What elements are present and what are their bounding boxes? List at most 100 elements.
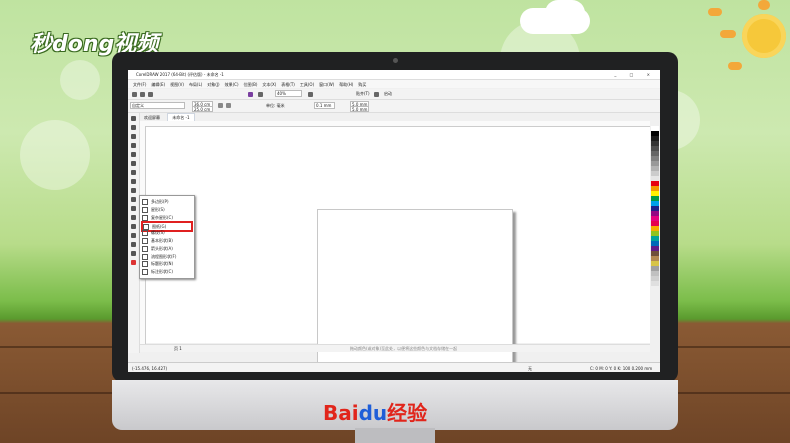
crop-tool-icon[interactable] [131, 134, 136, 139]
pick-tool-icon[interactable] [131, 116, 136, 121]
shape-icon [142, 261, 148, 268]
full-screen-icon[interactable] [308, 92, 313, 97]
sun-decoration [742, 14, 786, 58]
gear-icon[interactable] [374, 92, 379, 97]
color-swatch[interactable] [651, 286, 659, 291]
flyout-item[interactable]: 箭头形状(A) [142, 245, 192, 252]
page-navigator: 页 1 拖动颜色(或对象)至此处，以便将这些颜色与文档存储在一起 [140, 344, 650, 352]
title-bar: CorelDRAW 2017 (64-Bit) (评估版) - 未命名 -1 _… [128, 70, 660, 80]
shape-icon [142, 269, 148, 276]
flyout-item-label: 复杂星形(C) [151, 214, 173, 220]
import-icon[interactable] [248, 92, 253, 97]
baidu-jingyan-logo: Baidu经验 [323, 397, 427, 426]
flyout-item-label: 箭头形状(A) [151, 245, 173, 251]
menu-item[interactable]: 文件(F) [133, 82, 146, 88]
rectangle-tool-icon[interactable] [131, 170, 136, 175]
page-size-select[interactable]: 自定义 [130, 102, 185, 109]
menu-item[interactable]: 位图(B) [244, 82, 258, 88]
drop-shadow-icon[interactable] [131, 224, 136, 229]
flyout-item-label: 多边形(P) [151, 199, 169, 204]
flyout-item[interactable]: 流程图形状(F) [142, 253, 192, 260]
shape-icon [142, 206, 148, 213]
object-tools-flyout: 多边形(P) 星形(S) 复杂星形(C) 图纸(G) 螺纹(S) 基本形状(B) 箭头形状(… [139, 195, 195, 279]
menu-item[interactable]: 购买 [358, 82, 366, 88]
flyout-item[interactable]: 复杂星形(C) [142, 214, 192, 221]
flyout-item[interactable]: 标题形状(N) [142, 260, 192, 268]
flyout-item-label: 标注形状(C) [151, 269, 173, 275]
open-icon[interactable] [140, 92, 145, 97]
outline-status[interactable]: C: 0 M: 0 Y: 0 K: 100 0.200 mm [590, 366, 652, 371]
baidu-paw-icon: du [358, 401, 388, 425]
document-tabs: 欢迎屏幕 未命名 -1 [140, 113, 197, 123]
menu-item[interactable]: 文本(X) [262, 82, 276, 88]
flyout-item[interactable]: 标注形状(C) [142, 268, 192, 276]
save-icon[interactable] [148, 92, 153, 97]
smart-fill-icon[interactable] [131, 260, 136, 265]
flyout-item[interactable]: 多边形(P) [142, 198, 192, 205]
ellipse-tool-icon[interactable] [131, 179, 136, 184]
baidu-text: Bai [323, 401, 359, 425]
flyout-item[interactable]: 螺纹(S) [142, 229, 192, 237]
flyout-item-label: 基本形状(B) [151, 238, 173, 243]
artistic-media-icon[interactable] [131, 161, 136, 166]
freehand-tool-icon[interactable] [131, 152, 136, 157]
menu-item[interactable]: 视图(V) [170, 82, 184, 88]
zoom-level[interactable]: 40% [275, 90, 302, 97]
camera-icon [393, 58, 398, 63]
menu-item[interactable]: 对象(J) [207, 82, 219, 88]
drawing-canvas[interactable] [146, 127, 650, 372]
flyout-item-label: 螺纹(S) [151, 230, 165, 236]
standard-toolbar: 40% 贴齐(T) 启动 [128, 89, 660, 100]
duplicate-y-field[interactable]: 5.0 mm [350, 106, 369, 112]
shape-icon [142, 214, 148, 221]
flyout-item-label: 标题形状(N) [151, 261, 174, 267]
nudge-field[interactable]: 0.1 mm [314, 102, 335, 109]
new-icon[interactable] [132, 92, 137, 97]
flyout-item-label: 流程图形状(F) [151, 253, 177, 259]
fill-status[interactable]: 无 [528, 366, 532, 372]
property-bar: 自定义 36.0 cm 25.0 cm 单位: 毫米 0.1 mm 5.0 mm… [128, 100, 660, 113]
menu-bar: 文件(F) 编辑(E) 视图(V) 布局(L) 对象(J) 效果(C) 位图(B) 文本(X)… [128, 80, 660, 88]
shape-icon [142, 230, 148, 237]
shape-icon [142, 245, 148, 252]
menu-item[interactable]: 表格(T) [281, 82, 295, 88]
monitor-stand [355, 428, 435, 443]
menu-item[interactable]: 布局(L) [189, 82, 202, 88]
launch-button[interactable]: 启动 [384, 91, 392, 97]
shape-tool-icon[interactable] [131, 125, 136, 130]
menu-item[interactable]: 窗口(W) [319, 82, 334, 88]
snap-to-button[interactable]: 贴齐(T) [356, 91, 370, 97]
text-tool-icon[interactable] [131, 197, 136, 202]
shape-icon [142, 253, 148, 260]
eyedropper-icon[interactable] [131, 242, 136, 247]
parallel-dimension-icon[interactable] [131, 206, 136, 211]
landscape-icon[interactable] [226, 103, 231, 108]
menu-item[interactable]: 工具(O) [300, 82, 314, 88]
transparency-icon[interactable] [131, 233, 136, 238]
window-controls[interactable]: _ □ × [614, 72, 656, 77]
jingyan-text: 经验 [387, 401, 428, 425]
zoom-tool-icon[interactable] [131, 143, 136, 148]
interactive-fill-icon[interactable] [131, 251, 136, 256]
menu-item[interactable]: 编辑(E) [151, 82, 165, 88]
page-tab[interactable]: 页 1 [174, 346, 182, 352]
export-icon[interactable] [258, 92, 263, 97]
menu-item[interactable]: 帮助(H) [339, 82, 353, 88]
shape-icon [142, 238, 148, 244]
color-palette [651, 126, 659, 362]
flyout-item[interactable]: 星形(S) [142, 206, 192, 213]
app-window: CorelDRAW 2017 (64-Bit) (评估版) - 未命名 -1 _… [128, 70, 660, 372]
cursor-coordinates: (-15.476, 16.427) [132, 366, 168, 371]
status-bar: (-15.476, 16.427) 无 C: 0 M: 0 Y: 0 K: 10… [128, 362, 660, 372]
units-select[interactable]: 单位: 毫米 [266, 103, 285, 109]
shape-icon [142, 199, 148, 205]
flyout-item-label: 星形(S) [151, 206, 165, 212]
connector-tool-icon[interactable] [131, 215, 136, 220]
menu-item[interactable]: 效果(C) [225, 82, 239, 88]
portrait-icon[interactable] [218, 103, 223, 108]
window-title: CorelDRAW 2017 (64-Bit) (评估版) - 未命名 -1 [136, 72, 224, 77]
page-height-field[interactable]: 25.0 cm [192, 106, 213, 112]
flyout-item[interactable]: 基本形状(B) [142, 237, 192, 244]
polygon-tool-icon[interactable] [131, 188, 136, 193]
palette-hint: 拖动颜色(或对象)至此处，以便将这些颜色与文档存储在一起 [350, 346, 458, 351]
